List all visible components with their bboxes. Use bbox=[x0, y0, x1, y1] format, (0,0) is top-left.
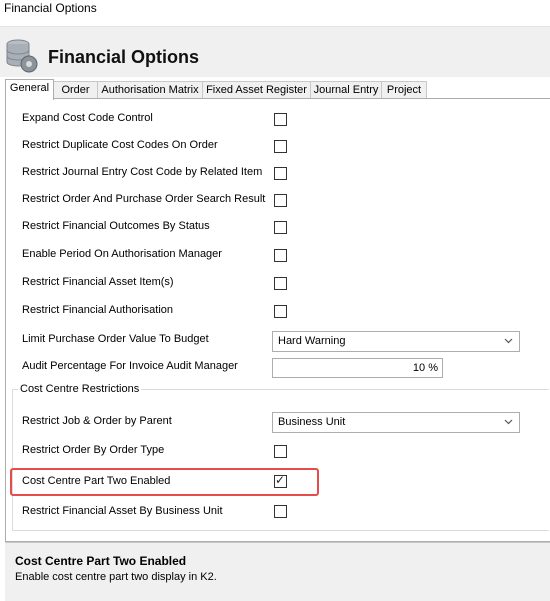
limit-po-value-dropdown[interactable]: Hard Warning bbox=[272, 331, 520, 352]
restrict-order-type-checkbox[interactable] bbox=[274, 445, 287, 458]
selection-highlight bbox=[10, 468, 319, 496]
chevron-down-icon bbox=[504, 419, 513, 425]
tab-project[interactable]: Project bbox=[381, 81, 427, 99]
option-label: Restrict Financial Asset By Business Uni… bbox=[22, 505, 223, 517]
expand-cost-code-checkbox[interactable] bbox=[274, 113, 287, 126]
option-label: Restrict Financial Asset Item(s) bbox=[22, 276, 174, 288]
page-header: Financial Options bbox=[0, 27, 550, 77]
option-label: Restrict Order By Order Type bbox=[22, 444, 165, 456]
description-text: Enable cost centre part two display in K… bbox=[15, 571, 217, 583]
database-gear-icon bbox=[6, 39, 38, 73]
option-label: Restrict Job & Order by Parent bbox=[22, 415, 172, 427]
option-label: Enable Period On Authorisation Manager bbox=[22, 248, 222, 260]
restrict-financial-asset-items-checkbox[interactable] bbox=[274, 277, 287, 290]
tab-order[interactable]: Order bbox=[53, 81, 98, 99]
chevron-down-icon bbox=[504, 338, 513, 344]
window-title: Financial Options bbox=[4, 1, 97, 15]
group-label: Cost Centre Restrictions bbox=[18, 383, 142, 395]
page-title: Financial Options bbox=[48, 47, 200, 67]
description-title: Cost Centre Part Two Enabled bbox=[15, 554, 187, 568]
description-pane: Cost Centre Part Two Enabled Enable cost… bbox=[5, 542, 550, 601]
audit-percentage-input[interactable]: 10 % bbox=[272, 358, 443, 378]
restrict-asset-business-unit-checkbox[interactable] bbox=[274, 505, 287, 518]
option-label: Audit Percentage For Invoice Audit Manag… bbox=[22, 360, 238, 372]
restrict-order-search-checkbox[interactable] bbox=[274, 194, 287, 207]
option-label: Restrict Financial Authorisation bbox=[22, 304, 174, 316]
dropdown-value: Hard Warning bbox=[278, 335, 346, 347]
restrict-job-order-dropdown[interactable]: Business Unit bbox=[272, 412, 520, 433]
tab-general[interactable]: General bbox=[5, 79, 54, 100]
restrict-financial-outcomes-checkbox[interactable] bbox=[274, 221, 287, 234]
option-label: Limit Purchase Order Value To Budget bbox=[22, 333, 209, 345]
window-titlebar: Financial Options bbox=[0, 0, 550, 27]
option-label: Expand Cost Code Control bbox=[22, 112, 153, 124]
tab-fixed-asset-register[interactable]: Fixed Asset Register bbox=[202, 81, 311, 99]
audit-percentage-value: 10 % bbox=[412, 362, 438, 374]
restrict-duplicate-cost-codes-checkbox[interactable] bbox=[274, 140, 287, 153]
option-label: Restrict Financial Outcomes By Status bbox=[22, 220, 210, 232]
restrict-financial-authorisation-checkbox[interactable] bbox=[274, 305, 287, 318]
option-label: Restrict Order And Purchase Order Search… bbox=[22, 193, 266, 205]
option-label: Restrict Journal Entry Cost Code by Rela… bbox=[22, 166, 263, 178]
dropdown-value: Business Unit bbox=[278, 416, 346, 428]
restrict-journal-entry-checkbox[interactable] bbox=[274, 167, 287, 180]
tab-journal-entry[interactable]: Journal Entry bbox=[310, 81, 382, 99]
tab-authorisation-matrix[interactable]: Authorisation Matrix bbox=[97, 81, 203, 99]
enable-period-checkbox[interactable] bbox=[274, 249, 287, 262]
option-label: Restrict Duplicate Cost Codes On Order bbox=[22, 139, 218, 151]
